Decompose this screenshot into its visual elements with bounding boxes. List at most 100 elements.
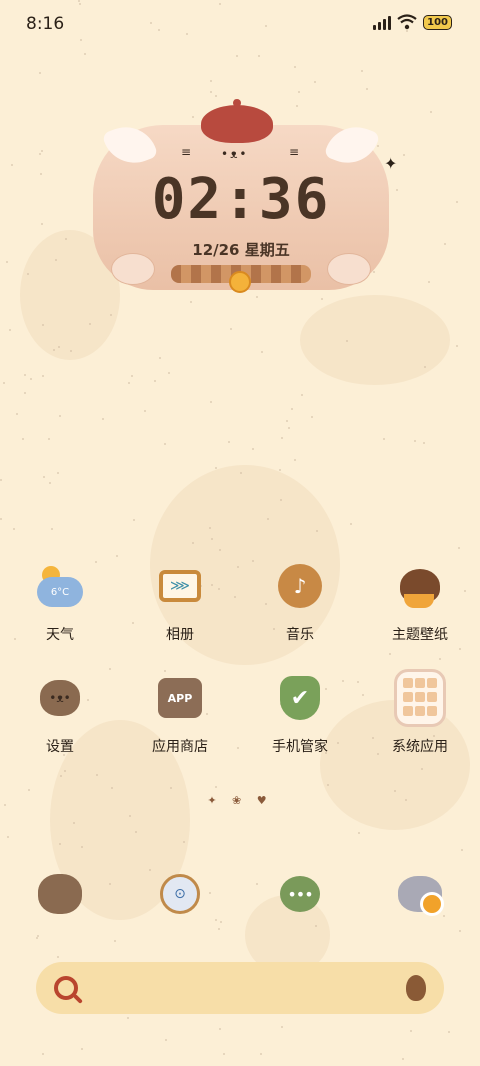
wallpaper-speck [30, 378, 32, 380]
wallpaper-speck [190, 301, 192, 303]
wallpaper-speck [430, 111, 432, 113]
wallpaper-speck [133, 519, 135, 521]
wallpaper-speck [414, 440, 416, 442]
dock: ⊙ ••• [0, 868, 480, 928]
battery-indicator: 100 [423, 14, 452, 30]
app-label: 设置 [46, 739, 74, 755]
dock-phone[interactable] [0, 868, 120, 928]
app-label: 系统应用 [392, 739, 448, 755]
wallpaper-speck [43, 476, 45, 478]
wallpaper-speck [456, 201, 458, 203]
wallpaper-speck [24, 392, 26, 394]
security-icon: ✔ [274, 672, 326, 724]
wallpaper-speck [27, 273, 29, 275]
dock-browser[interactable]: ⊙ [120, 868, 240, 928]
wallpaper-speck [60, 775, 62, 777]
search-icon[interactable] [54, 976, 78, 1000]
app-label: 应用商店 [152, 739, 208, 755]
wallpaper-speck [9, 329, 11, 331]
app-theme[interactable]: 主题壁纸 [360, 560, 480, 660]
whisker-right-icon: ≡ [289, 145, 300, 159]
wallpaper-speck [0, 518, 2, 520]
dock-messages[interactable]: ••• [240, 868, 360, 928]
wallpaper-speck [383, 438, 385, 440]
wallpaper-speck [458, 547, 460, 549]
wallpaper-speck [59, 843, 61, 845]
wallpaper-speck [314, 81, 316, 83]
wallpaper-speck [6, 261, 8, 263]
wallpaper-speck [228, 441, 230, 443]
wallpaper-speck [16, 413, 18, 415]
wallpaper-speck [3, 382, 5, 384]
page-indicator: ✦ ❀ ♥ [207, 794, 273, 807]
wallpaper-speck [461, 849, 463, 851]
wallpaper-speck [116, 555, 118, 557]
wallpaper-speck [111, 787, 113, 789]
wallpaper-speck [281, 437, 283, 439]
wallpaper-speck [279, 469, 281, 471]
wallpaper-speck [396, 189, 398, 191]
wallpaper-speck [7, 836, 9, 838]
wallpaper-speck [218, 928, 220, 930]
browser-icon: ⊙ [154, 868, 206, 920]
wallpaper-speck [210, 91, 212, 93]
wallpaper-speck [316, 530, 318, 532]
wallpaper-speck [170, 787, 172, 789]
wallpaper-dog-shape [300, 295, 450, 385]
beret-icon [201, 99, 273, 143]
wallpaper-speck [183, 841, 185, 843]
wallpaper-speck [288, 427, 290, 429]
app-security[interactable]: ✔ 手机管家 [240, 672, 360, 772]
wallpaper-speck [219, 1028, 221, 1030]
wallpaper-speck [366, 88, 368, 90]
wallpaper-speck [252, 448, 254, 450]
wallpaper-speck [321, 298, 323, 300]
wifi-icon [397, 14, 417, 30]
wallpaper-speck [215, 467, 217, 469]
wallpaper-speck [448, 1031, 450, 1033]
app-weather[interactable]: 6°C 天气 [0, 560, 120, 660]
app-grid-row-2: •ᴥ• 设置 APP 应用商店 ✔ 手机管家 系统应用 [0, 669, 480, 772]
wallpaper-speck [424, 366, 426, 368]
wallpaper-speck [28, 789, 30, 791]
app-album[interactable]: ⋙ 相册 [120, 560, 240, 660]
wallpaper-speck [215, 95, 217, 97]
wallpaper-speck [11, 164, 13, 166]
wallpaper-speck [444, 243, 446, 245]
wallpaper-speck [210, 80, 212, 82]
wallpaper-speck [164, 443, 166, 445]
clock-time: 02:36 [151, 167, 331, 232]
wallpaper-speck [298, 91, 300, 93]
wallpaper-speck [209, 527, 211, 529]
theme-icon [394, 560, 446, 612]
voice-search-icon[interactable] [406, 975, 426, 1001]
wallpaper-speck [423, 442, 425, 444]
search-bar[interactable] [36, 962, 444, 1014]
app-system-folder[interactable]: 系统应用 [360, 669, 480, 772]
wallpaper-speck [24, 374, 26, 376]
wallpaper-speck [42, 375, 44, 377]
app-settings[interactable]: •ᴥ• 设置 [0, 672, 120, 772]
signal-icon [373, 14, 392, 30]
app-store-icon: APP [154, 672, 206, 724]
wallpaper-speck [210, 401, 212, 403]
app-music[interactable]: ♪ 音乐 [240, 560, 360, 660]
album-icon: ⋙ [154, 560, 206, 612]
wallpaper-speck [127, 1017, 129, 1019]
wallpaper-speck [358, 832, 360, 834]
app-label: 音乐 [286, 627, 314, 643]
clock-widget[interactable]: ≡ ≡ •ᴥ• 02:36 12/26 星期五 [93, 99, 389, 295]
wallpaper-speck [281, 1026, 283, 1028]
whisker-left-icon: ≡ [181, 145, 192, 159]
cat-face-icon: •ᴥ• [221, 147, 249, 161]
wallpaper-speck [59, 415, 61, 417]
app-store[interactable]: APP 应用商店 [120, 672, 240, 772]
wallpaper-speck [81, 846, 83, 848]
wallpaper-speck [49, 482, 51, 484]
wallpaper-speck [291, 408, 293, 410]
wallpaper-speck [236, 55, 238, 57]
wallpaper-speck [327, 784, 329, 786]
wallpaper-speck [154, 380, 156, 382]
dock-camera[interactable] [360, 868, 480, 928]
status-icons: 100 [373, 14, 452, 30]
